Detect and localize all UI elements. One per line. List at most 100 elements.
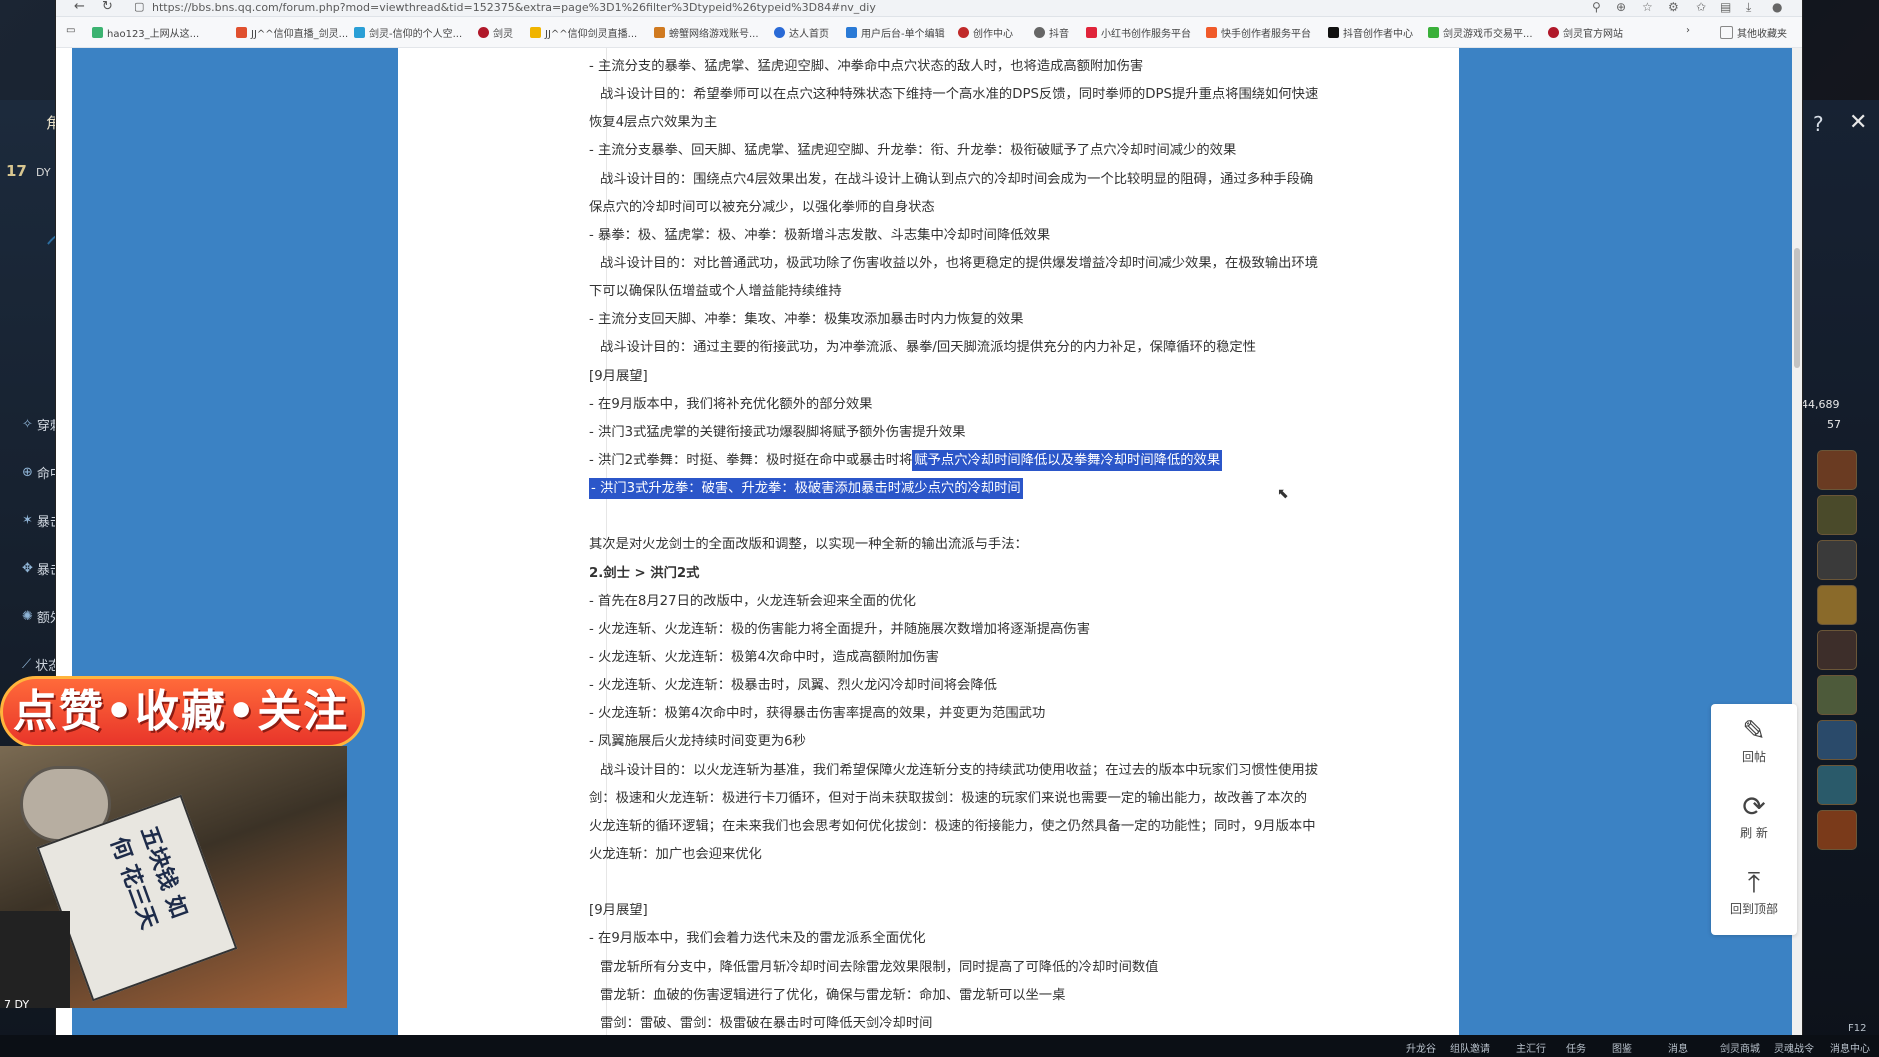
promo-banner: 点赞•收藏•关注: [0, 676, 365, 748]
inventory-slot[interactable]: [1817, 810, 1857, 850]
inventory-slot[interactable]: [1817, 765, 1857, 805]
bookmark-item[interactable]: JJ^^信仰剑灵直播...: [530, 25, 637, 40]
edit-icon: ✎: [1742, 714, 1766, 747]
post-line: - 主流分支回天脚、冲拳：集攻、冲拳：极集攻添加暴击时内力恢复的效果: [589, 312, 1024, 328]
game-bottom-bar: 升龙谷 组队邀请 主汇行 任务 图鉴 消息 剑灵商城 灵魂战令 消息中心 F12: [0, 1023, 1879, 1057]
bookmarks-overflow-icon[interactable]: ›: [1686, 25, 1690, 36]
plaque: [0, 911, 70, 1008]
other-bookmarks[interactable]: 其他收藏夹: [1720, 25, 1787, 40]
bookmark-item[interactable]: 达人首页: [774, 25, 829, 40]
bottom-menu-item[interactable]: 主汇行: [1516, 1040, 1546, 1055]
post-line: 战斗设计目的：通过主要的衔接武功，为冲拳流派、暴拳/回天脚流派均提供充分的内力补…: [600, 340, 1257, 356]
post-line: 战斗设计目的：对比普通武功，极武功除了伤害收益以外，也将更稳定的提供爆发增益冷却…: [600, 255, 1319, 271]
bookmark-item[interactable]: JJ^^信仰直播_剑灵...: [236, 25, 348, 40]
close-icon[interactable]: ✕: [1849, 110, 1867, 135]
post-line: 雷剑：雷破、雷剑：极雷破在暴击时可降低天剑冷却时间: [600, 1015, 933, 1031]
selected-text: - 洪门3式升龙拳：破害、升龙拳：极破害添加暴击时减少点穴的冷却时间: [589, 478, 1023, 500]
bottom-menu-item[interactable]: 任务: [1566, 1040, 1586, 1055]
player-level: 17: [6, 162, 27, 180]
help-icon[interactable]: ?: [1813, 112, 1824, 136]
avatar[interactable]: ●: [1772, 0, 1782, 14]
post-line: [9月展望]: [589, 903, 648, 919]
f12-label: F12: [1848, 1023, 1867, 1034]
zoom-icon[interactable]: ⊕: [1616, 0, 1626, 14]
post-line: 雷龙斩所有分支中，降低雷月斩冷却时间去除雷龙效果限制，同时提高了可降低的冷却时间…: [600, 959, 1159, 975]
bottom-menu-item[interactable]: 剑灵商城: [1720, 1040, 1760, 1055]
bottom-menu-item[interactable]: 消息: [1668, 1040, 1688, 1055]
bookmark-item[interactable]: hao123_上网从这...: [92, 25, 199, 40]
bookmark-item[interactable]: 用户后台-单个编辑: [846, 25, 945, 40]
inventory-slot[interactable]: [1817, 450, 1857, 490]
post-line: 2.剑士 > 洪门2式: [589, 565, 700, 581]
back-to-top-button[interactable]: ⤒ 回到顶部: [1711, 866, 1797, 917]
bookmark-item[interactable]: 小红书创作服务平台: [1086, 25, 1191, 40]
post-line: 下可以确保队伍增益或个人增益能持续维持: [589, 284, 842, 300]
collections-icon[interactable]: ▤: [1720, 0, 1731, 14]
bookmark-item[interactable]: 快手创作者服务平台: [1206, 25, 1311, 40]
post-line: 剑：极速和火龙连斩：极进行卡刀循环，但对于尚未获取拔剑：极速的玩家们来说也需要一…: [589, 790, 1308, 806]
post-line: - 主流分支的暴拳、猛虎掌、猛虎迎空脚、冲拳命中点穴状态的敌人时，也将造成高额附…: [589, 59, 1144, 74]
star-icon[interactable]: ☆: [1642, 0, 1653, 14]
post-line: 战斗设计目的：围绕点穴4层效果出发，在战斗设计上确认到点穴的冷却时间会成为一个比…: [600, 171, 1314, 187]
crit-icon: ✶: [22, 513, 33, 528]
bookmark-item[interactable]: 螃蟹网络游戏账号...: [654, 25, 759, 40]
post-line: 战斗设计目的：希望拳师可以在点穴这种特殊状态下维持一个高水准的DPS反馈，同时拳…: [600, 87, 1319, 103]
bookmark-item[interactable]: 抖音创作者中心: [1328, 25, 1413, 40]
inventory-slot[interactable]: [1817, 540, 1857, 580]
post-line: 雷龙斩：血破的伤害逻辑进行了优化，确保与雷龙斩：命加、雷龙斩可以坐一桌: [600, 987, 1066, 1003]
post-line: - 暴拳：极、猛虎掌：极、冲拳：极新增斗志发散、斗志集中冷却时间降低效果: [589, 227, 1051, 243]
bottom-menu-item[interactable]: 灵魂战令: [1774, 1040, 1814, 1055]
url-field[interactable]: https://bbs.bns.qq.com/forum.php?mod=vie…: [152, 1, 876, 14]
post-line: - 火龙连斩、火龙连斩：极的伤害能力将全面提升，并随施展次数增加将逐渐提高伤害: [589, 621, 1091, 637]
bottom-menu-item[interactable]: 图鉴: [1612, 1040, 1632, 1055]
currency-secondary: 57: [1827, 418, 1841, 431]
inventory-slot[interactable]: [1817, 720, 1857, 760]
post-line: 战斗设计目的：以火龙连斩为基准，我们希望保障火龙连斩分支的持续武功使用收益；在过…: [600, 762, 1319, 778]
reply-button[interactable]: ✎ 回帖: [1711, 714, 1797, 765]
post-line: [589, 869, 1429, 897]
download-icon[interactable]: ⤓: [1746, 0, 1751, 15]
bookmark-item[interactable]: 剑灵官方网站: [1548, 25, 1623, 40]
refresh-icon: ⟳: [1742, 790, 1766, 823]
bookmark-item[interactable]: 剑灵: [478, 25, 513, 40]
post-line: - 火龙连斩、火龙连斩：极第4次命中时，造成高额附加伤害: [589, 649, 939, 665]
bottom-left-level: 7 DY1104: [4, 998, 30, 1008]
refresh-button[interactable]: ⟳ 刷 新: [1711, 790, 1797, 841]
post-line: - 洪门2式拳舞：时挺、拳舞：极时挺在命中或暴击时将 赋予点穴冷却时间降低以及拳舞…: [589, 447, 1429, 475]
back-icon[interactable]: ←: [74, 0, 85, 14]
status-icon: ⟋: [22, 657, 32, 672]
post-line: - 在9月版本中，我们将补充优化额外的部分效果: [589, 396, 873, 412]
floating-toolbar: ✎ 回帖 ⟳ 刷 新 ⤒ 回到顶部: [1711, 704, 1797, 935]
post-line: - 洪门3式猛虎掌的关键衔接武功爆裂脚将赋予额外伤害提升效果: [589, 424, 966, 440]
bookmark-item[interactable]: 抖音: [1034, 25, 1069, 40]
bookmark-item[interactable]: 创作中心: [958, 25, 1013, 40]
bottom-menu-item[interactable]: 组队邀请: [1450, 1040, 1490, 1055]
bookmark-item[interactable]: 剑灵-信仰的个人空...: [354, 25, 462, 40]
post-line: - 在9月版本中，我们会着力迭代未及的雷龙派系全面优化: [589, 931, 926, 947]
post-line: 火龙连斩：加广也会迎来优化: [589, 846, 762, 862]
reload-icon[interactable]: ↻: [102, 0, 113, 14]
webcam-feed: 五块钱 如何 花三天 7 DY1104: [0, 746, 347, 1008]
bottom-menu-item[interactable]: 升龙谷: [1406, 1040, 1436, 1055]
favorites-icon[interactable]: ✩: [1696, 0, 1706, 14]
extension-icon[interactable]: ⚙: [1668, 0, 1679, 14]
scrollbar-thumb[interactable]: [1794, 248, 1800, 368]
currency-amount: 44,689: [1801, 398, 1840, 411]
bookmark-item[interactable]: 剑灵游戏币交易平...: [1428, 25, 1533, 40]
post-line: - 凤翼施展后火龙持续时间变更为6秒: [589, 734, 806, 750]
bookmarks-bar: ▭ hao123_上网从这... JJ^^信仰直播_剑灵... 剑灵-信仰的个人…: [56, 17, 1802, 48]
lock-icon: ▢: [134, 0, 145, 13]
inventory-slot[interactable]: [1817, 675, 1857, 715]
pierce-icon: ✧: [22, 417, 33, 432]
post-line: - 火龙连斩：极第4次命中时，获得暴击伤害率提高的效果，并变更为范围武功: [589, 706, 1046, 722]
inventory-slot[interactable]: [1817, 495, 1857, 535]
inventory-slot[interactable]: [1817, 585, 1857, 625]
post-line: 火龙连斩的循环逻辑；在未来我们也会思考如何优化拔剑：极速的衔接能力，使之仍然具备…: [589, 818, 1316, 834]
post-line: - 主流分支暴拳、回天脚、猛虎掌、猛虎迎空脚、升龙拳：衔、升龙拳：极衔破赋予了点…: [589, 143, 1237, 159]
tab-actions-icon[interactable]: ▭: [66, 25, 75, 36]
crit-damage-icon: ✥: [22, 561, 33, 576]
inventory-slot[interactable]: [1817, 630, 1857, 670]
bottom-menu-item[interactable]: 消息中心: [1830, 1040, 1870, 1055]
extra-icon: ✺: [22, 609, 33, 624]
key-icon[interactable]: ⚲: [1592, 0, 1601, 14]
